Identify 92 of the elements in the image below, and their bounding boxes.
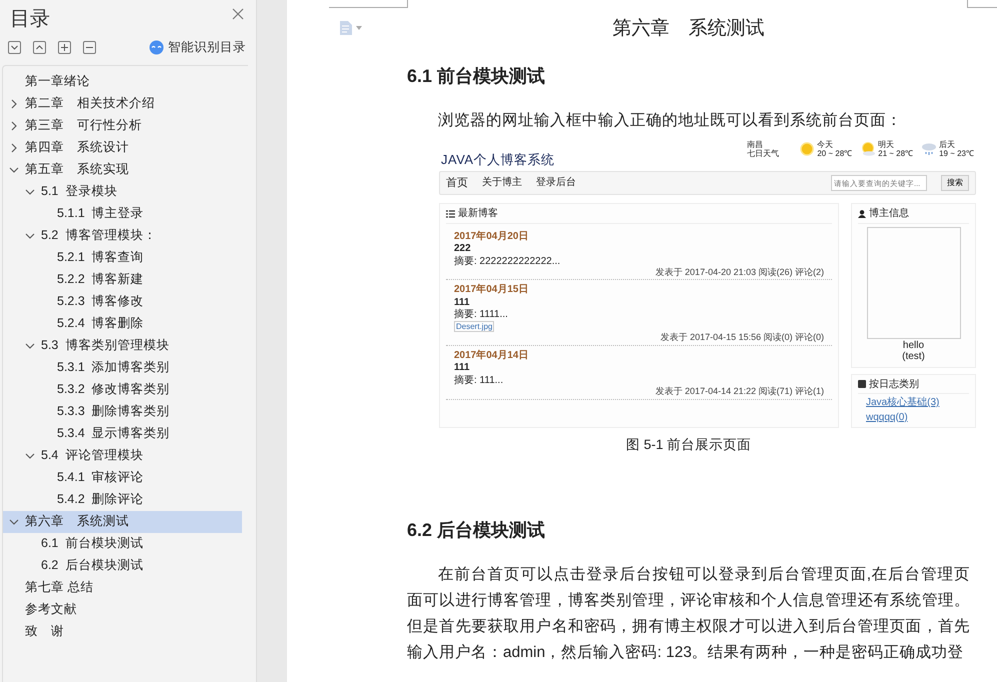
toc-item[interactable]: 5.1 登录模块 [3,180,242,203]
nav-link[interactable]: 关于博主 [482,177,522,189]
weather-temp: 21 ~ 28℃ [878,149,914,158]
weather-day: 今天 [817,140,852,150]
toc-item[interactable]: 第四章 系统设计 [3,136,242,159]
toc-item[interactable]: 5.4.2 删除评论 [3,488,242,511]
sidebar-title: 目录 [9,7,50,32]
chevron-right-icon[interactable] [9,120,19,131]
rain-cloud-icon [921,142,938,156]
toc-item[interactable]: 第一章绪论 [3,70,242,93]
toc-item[interactable]: 6.1 前台模块测试 [3,532,242,555]
search-button[interactable]: 搜索 [941,175,969,191]
weather-day: 后天 [939,140,974,150]
expand-all-button[interactable] [8,40,21,54]
toc-item[interactable]: 5.2.3 博客修改 [3,290,242,313]
nav-link[interactable]: 登录后台 [536,177,576,189]
post-date: 2017年04月20日 [454,230,530,242]
chevron-down-icon[interactable] [25,230,35,241]
forecast-label: 七日天气 [747,149,780,158]
paragraph: 浏览器的网址输入框中输入正确的地址既可以看到系统前台页面： [437,111,903,131]
chevron-down-icon [10,42,19,52]
city-name: 南昌 [747,140,764,150]
nav-link[interactable]: 首页 [446,176,468,190]
smart-toc-button[interactable]: 智能识别目录 [149,38,246,57]
broken-image: Desert.jpg [454,320,494,332]
post-meta: 发表于 2017-04-14 21:22 阅读(71) 评论(1) [654,386,824,397]
toc-item[interactable]: 5.3.4 显示博客类别 [3,422,242,445]
post-title[interactable]: 222 [454,243,824,254]
panel-title: 按日志类别 [869,378,919,390]
toc-item[interactable]: 第七章 总结 [3,576,242,599]
remove-button[interactable] [83,40,96,54]
post-title[interactable]: 111 [454,362,824,374]
toc-item[interactable]: 5.2 博客管理模块： [3,224,242,247]
toc-item[interactable]: 第二章 相关技术介绍 [3,92,242,115]
toc-item[interactable]: 5.3.3 删除博客类别 [3,400,242,423]
toc-item[interactable]: 5.2.4 博客删除 [3,312,242,335]
weather-temp: 20 ~ 28℃ [817,149,852,158]
section-heading: 6.1 前台模块测试 [407,65,546,88]
post-title[interactable]: 111 [454,296,824,308]
weather-day: 明天 [878,140,914,150]
chevron-down-icon[interactable] [25,186,35,197]
panel-title: 最新博客 [458,208,498,220]
list-icon [446,210,455,218]
sun-cloud-icon [860,142,876,156]
add-button[interactable] [58,40,71,54]
book-icon [858,380,866,388]
crop-mark [967,0,997,8]
blogger-nickname: (test) [901,351,926,362]
toc-item[interactable]: 5.4.1 审核评论 [3,466,242,489]
toc-item[interactable]: 参考文献 [3,598,242,621]
toc-item[interactable]: 5.2.1 博客查询 [3,246,242,269]
post-summary: 摘要: 2222222222222... [454,256,562,267]
chevron-right-icon[interactable] [9,142,19,153]
toc-item[interactable]: 第三章 可行性分析 [3,114,242,137]
toc-item[interactable]: 5.3.2 修改博客类别 [3,378,242,401]
plus-icon [60,42,69,52]
chevron-right-icon[interactable] [9,98,19,109]
site-title: JAVA个人博客系统 [441,153,555,168]
chevron-up-icon [35,42,44,52]
user-icon [858,210,866,218]
toc-item[interactable]: 致 谢 [3,620,242,643]
collapse-all-button[interactable] [33,40,46,54]
toc-item[interactable]: 5.3.1 添加博客类别 [3,356,242,379]
toc-item[interactable]: 6.2 后台模块测试 [3,554,242,577]
chevron-down-icon[interactable] [25,450,35,461]
chevron-down-icon[interactable] [9,164,19,175]
category-link[interactable]: wqqqq(0) [858,412,969,423]
post-date: 2017年04月15日 [454,284,530,296]
chevron-down-icon[interactable] [9,516,19,527]
post-date: 2017年04月14日 [454,350,530,362]
toc-item[interactable]: 5.4 评论管理模块 [3,444,242,467]
section-heading: 6.2 后台模块测试 [407,519,546,542]
weather-temp: 19 ~ 23℃ [939,149,974,158]
post-summary: 摘要: 111... [454,374,504,386]
paragraph: 在前台首页可以点击登录后台按钮可以登录到后台管理页面,在后台管理页面可以进行博客管理，博客类别管理，评论审核和个人信息管理还有系统管理。但是首先要获取用户名和密码，拥有博主权限才可以进入到后台管理页面，首先输入用户名：admin，然后输入密码: 123。结果有两种，一种是密码正确成功登 [407,565,970,663]
toc-item[interactable]: 5.2.2 博客新建 [3,268,242,291]
figure-caption: 图 5-1 前台展示页面 [624,436,752,454]
blogger-name: hello [902,340,926,351]
toc-item[interactable]: 第六章 系统测试 [3,510,242,533]
chapter-title: 第六章 系统测试 [612,17,766,41]
chevron-down-icon[interactable] [25,340,35,351]
post-summary: 摘要: 1111... [454,309,509,321]
post-meta: 发表于 2017-04-20 21:03 阅读(26) 评论(2) [654,267,824,278]
sun-icon [799,142,816,156]
close-icon[interactable] [232,8,244,20]
panel-title: 博主信息 [869,208,909,220]
smile-icon [149,40,164,55]
toc-item[interactable]: 5.1.1 博主登录 [3,202,242,225]
post-meta: 发表于 2017-04-15 15:56 阅读(0) 评论(0) [659,332,824,343]
toc-item[interactable]: 5.3 博客类别管理模块 [3,334,242,357]
toc-item[interactable]: 第五章 系统实现 [3,158,242,181]
category-link[interactable]: Java核心基础(3) [858,397,969,408]
